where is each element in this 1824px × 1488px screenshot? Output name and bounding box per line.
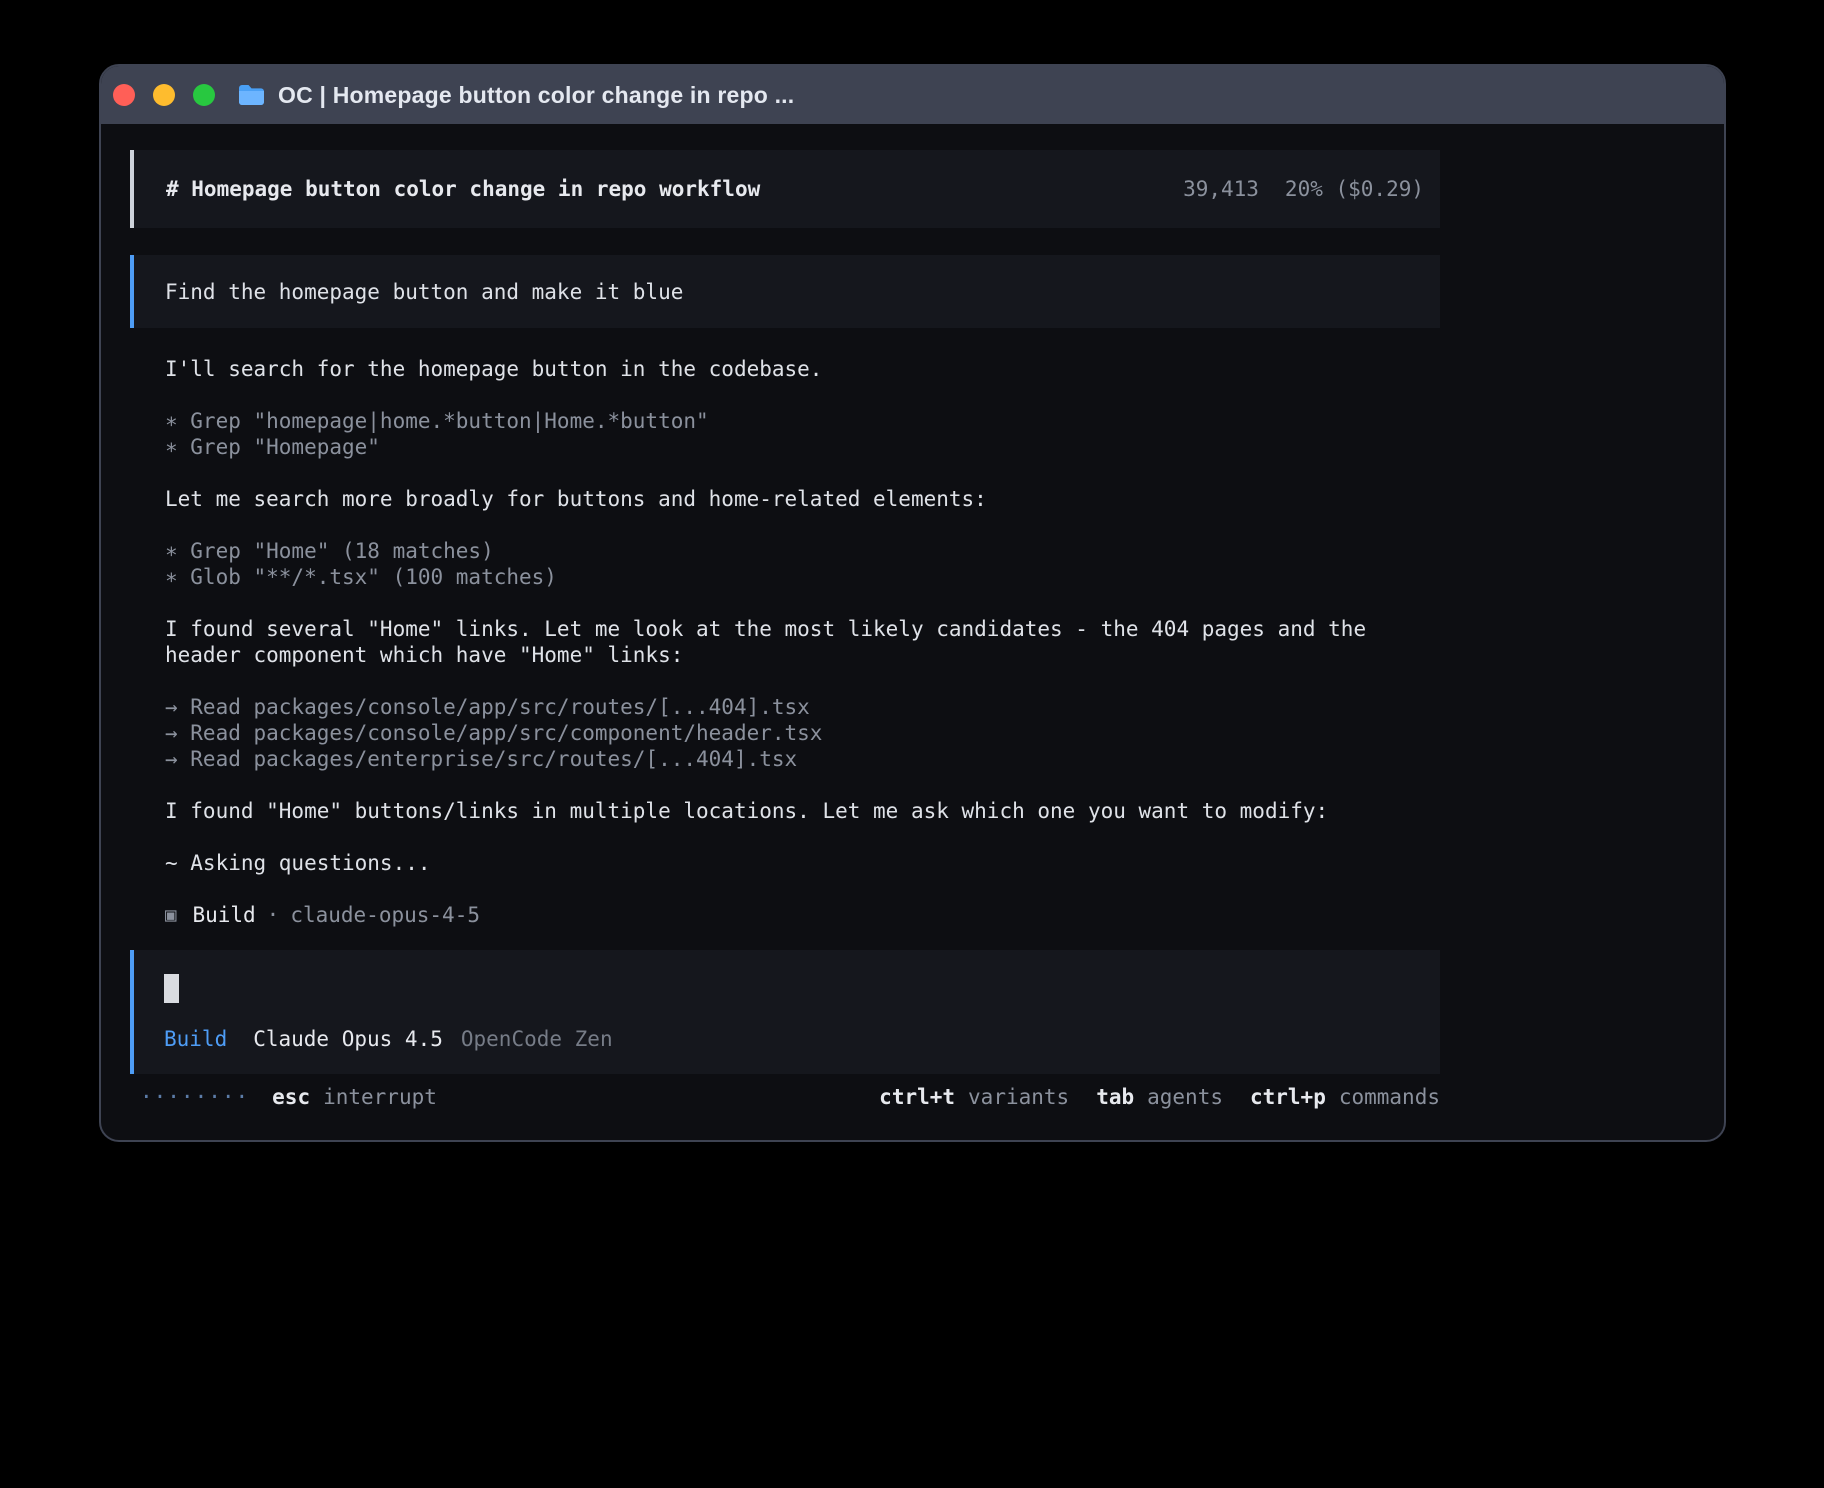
- session-header: # Homepage button color change in repo w…: [130, 150, 1440, 228]
- session-title: # Homepage button color change in repo w…: [166, 177, 760, 201]
- keybind-label: agents: [1147, 1084, 1223, 1110]
- window-title: OC | Homepage button color change in rep…: [278, 82, 794, 109]
- assistant-text-block: I found several "Home" links. Let me loo…: [165, 616, 1441, 668]
- assistant-text-line: I'll search for the homepage button in t…: [165, 356, 1441, 382]
- keybind-key: ctrl+p: [1250, 1084, 1326, 1110]
- assistant-text-block: I'll search for the homepage button in t…: [165, 356, 1441, 382]
- tool-call-block: ∗ Grep "homepage|home.*button|Home.*butt…: [165, 408, 1441, 460]
- agent-model-label: claude-opus-4-5: [290, 902, 480, 928]
- assistant-text-line: ~ Asking questions...: [165, 850, 1441, 876]
- session-stats: 39,413 20% ($0.29): [1183, 177, 1424, 201]
- keybind-label: commands: [1339, 1084, 1440, 1110]
- assistant-text-line: I found "Home" buttons/links in multiple…: [165, 798, 1441, 824]
- traffic-lights: [113, 84, 215, 106]
- tool-call-line: → Read packages/console/app/src/componen…: [165, 720, 1441, 746]
- terminal-window: OC | Homepage button color change in rep…: [99, 64, 1726, 1142]
- tool-call-line: → Read packages/enterprise/src/routes/[.…: [165, 746, 1441, 772]
- folder-icon: [238, 84, 265, 106]
- input-provider-label: OpenCode Zen: [461, 1026, 613, 1052]
- window-title-group: OC | Homepage button color change in rep…: [238, 82, 794, 109]
- keybind-key: tab: [1096, 1084, 1134, 1110]
- keybind-key: esc: [272, 1084, 310, 1110]
- tool-call-line: ∗ Grep "Homepage": [165, 434, 1441, 460]
- user-message: Find the homepage button and make it blu…: [130, 255, 1440, 328]
- token-count: 39,413: [1183, 177, 1259, 201]
- assistant-text-block: I found "Home" buttons/links in multiple…: [165, 798, 1441, 824]
- window-titlebar[interactable]: OC | Homepage button color change in rep…: [101, 66, 1724, 124]
- user-message-text: Find the homepage button and make it blu…: [165, 280, 683, 304]
- input-meta: Build Claude Opus 4.5 OpenCode Zen: [164, 1026, 1440, 1052]
- keybind-hint-interrupt: esc interrupt: [272, 1084, 437, 1110]
- input-mode-label[interactable]: Build: [164, 1026, 227, 1052]
- keybind-label: variants: [968, 1084, 1069, 1110]
- hints-right: ctrl+t variants tab agents ctrl+p commands: [879, 1084, 1440, 1110]
- terminal-content: # Homepage button color change in repo w…: [101, 124, 1724, 1110]
- tool-call-line: ∗ Glob "**/*.tsx" (100 matches): [165, 564, 1441, 590]
- minimize-button[interactable]: [153, 84, 175, 106]
- keybind-label: interrupt: [323, 1084, 437, 1110]
- context-usage: 20% ($0.29): [1285, 177, 1424, 201]
- prompt-input[interactable]: Build Claude Opus 4.5 OpenCode Zen: [130, 950, 1440, 1074]
- tool-call-line: ∗ Grep "homepage|home.*button|Home.*butt…: [165, 408, 1441, 434]
- tool-call-line: ∗ Grep "Home" (18 matches): [165, 538, 1441, 564]
- transcript: I'll search for the homepage button in t…: [165, 356, 1441, 876]
- assistant-text-block: ~ Asking questions...: [165, 850, 1441, 876]
- agent-separator: ·: [267, 902, 280, 928]
- assistant-text-line: I found several "Home" links. Let me loo…: [165, 616, 1441, 668]
- hints-left: esc interrupt: [272, 1084, 437, 1110]
- keybind-hint-agents: tab agents: [1096, 1084, 1223, 1110]
- spinner-dots: ········: [140, 1084, 249, 1110]
- assistant-text-block: Let me search more broadly for buttons a…: [165, 486, 1441, 512]
- close-button[interactable]: [113, 84, 135, 106]
- keybind-hint-variants: ctrl+t variants: [879, 1084, 1069, 1110]
- agent-status-row: ▣ Build · claude-opus-4-5: [165, 902, 1724, 928]
- tool-call-block: ∗ Grep "Home" (18 matches)∗ Glob "**/*.t…: [165, 538, 1441, 590]
- text-cursor: [164, 974, 179, 1003]
- input-model-label[interactable]: Claude Opus 4.5: [253, 1026, 443, 1052]
- keybind-key: ctrl+t: [879, 1084, 955, 1110]
- agent-mode-label: Build: [192, 902, 255, 928]
- status-bar: ········ esc interrupt ctrl+t variants taba…: [130, 1084, 1440, 1110]
- zoom-button[interactable]: [193, 84, 215, 106]
- tool-call-block: → Read packages/console/app/src/routes/[…: [165, 694, 1441, 772]
- assistant-text-line: Let me search more broadly for buttons a…: [165, 486, 1441, 512]
- keybind-hint-commands: ctrl+p commands: [1250, 1084, 1440, 1110]
- tool-call-line: → Read packages/console/app/src/routes/[…: [165, 694, 1441, 720]
- agent-icon: ▣: [165, 902, 176, 928]
